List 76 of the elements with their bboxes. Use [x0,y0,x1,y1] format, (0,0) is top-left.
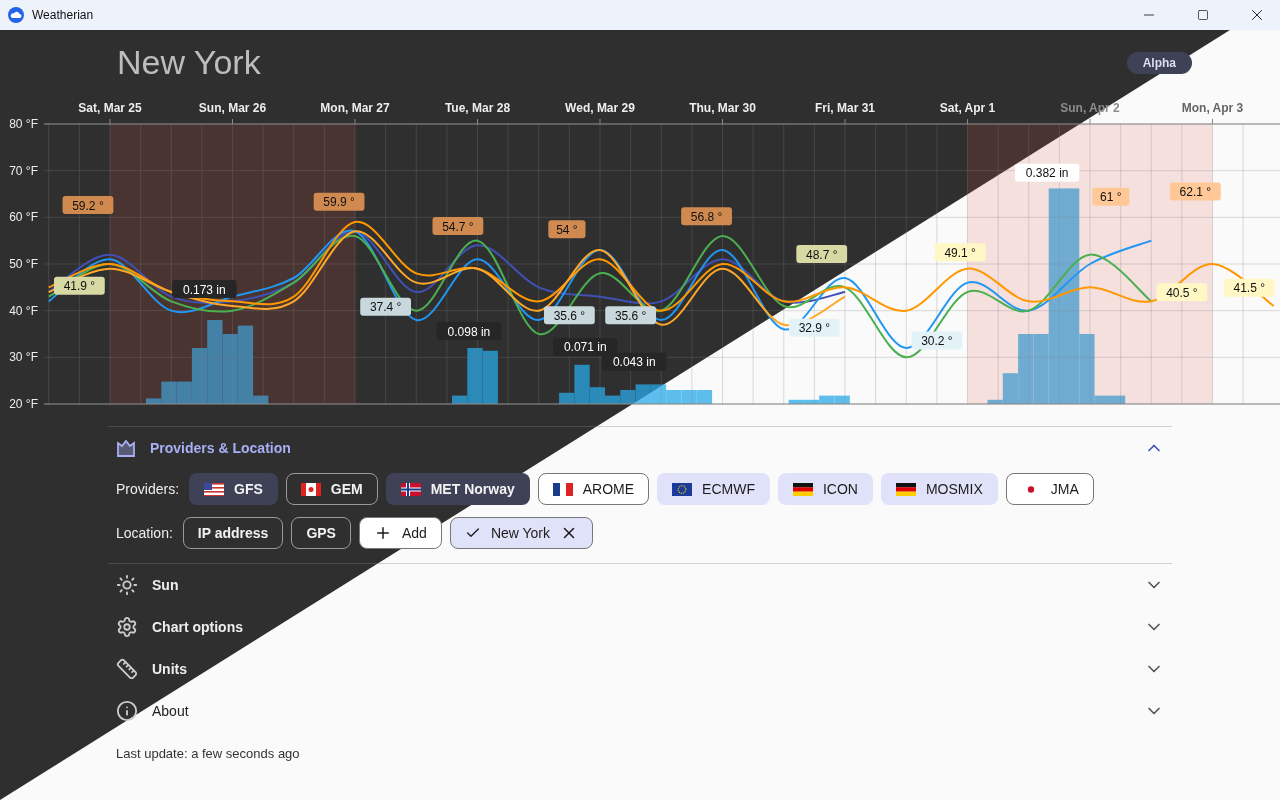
axis-label: 80 °F [9,117,38,131]
value-label: 35.6 ° [544,306,595,325]
providers-label: Providers: [116,481,180,497]
date-label: Mon, Mar 27 [320,101,390,115]
value-label: 0.173 in [172,280,237,299]
last-update-text: Last update: a few seconds ago [116,746,301,761]
provider-chip[interactable]: GEM [285,473,378,505]
axis-label: 70 °F [9,163,38,178]
value-label: 0.098 in [436,322,502,341]
flag-icon [552,482,573,496]
location-chip[interactable]: GPS [291,517,351,549]
section-title[interactable]: About [152,703,189,719]
provider-chip[interactable]: ECMWF [657,473,770,505]
alpha-badge: Alpha [1126,51,1192,74]
flag-icon [204,482,225,496]
precipitation-drawing [452,348,498,404]
location-heading: New York [117,43,261,82]
flag-icon [895,482,916,496]
provider-chip[interactable]: MOSMIX [880,473,998,505]
value-label: 61 ° [1092,187,1130,206]
cloud-logo-icon [8,7,24,23]
flag-icon [672,482,693,496]
flag-icon [792,482,813,496]
value-label: 35.6 ° [605,306,657,325]
sun-icon [116,574,138,596]
value-label: 49.1 ° [934,243,986,262]
provider-chip[interactable]: AROME [537,473,650,505]
date-label: Wed, Mar 29 [565,101,635,115]
date-label: Sat, Apr 1 [939,101,996,115]
date-label: Thu, Mar 30 [689,101,756,115]
ruler-icon [116,658,138,680]
value-label: 37.4 ° [360,297,412,316]
provider-chip[interactable]: ICON [777,473,873,505]
axis-label: 60 °F [9,210,38,225]
axis-label: 50 °F [9,257,38,271]
section-title[interactable]: Providers & Location [150,440,291,456]
maximize-icon[interactable] [1197,9,1209,21]
value-label: 62.1 ° [1169,182,1221,201]
value-label: 54 ° [548,220,586,239]
flag-icon [400,482,421,496]
value-label: 0.043 in [602,352,667,371]
date-label: Tue, Mar 28 [444,101,511,115]
value-label: 40.5 ° [1156,283,1208,302]
section-title[interactable]: Sun [152,577,179,593]
settings-icon [116,616,138,638]
axis-label: 20 °F [9,397,38,410]
value-label: 41.9 ° [54,276,105,295]
value-label: 41.5 ° [1223,278,1275,297]
precipitation-drawing [788,395,850,404]
place-chip[interactable]: New York [449,517,594,549]
value-label: 32.9 ° [789,318,840,337]
value-label: 54.7 ° [432,217,484,236]
value-label: 0.071 in [553,337,618,356]
date-label: Fri, Mar 31 [815,101,875,115]
section-title[interactable]: Units [152,661,187,677]
axis-label: 30 °F [9,350,38,365]
date-label: Sun, Mar 26 [198,101,267,115]
section-title[interactable]: Chart options [152,619,243,635]
axis-label: 40 °F [9,303,38,318]
date-label: Mon, Apr 3 [1181,101,1244,115]
location-label: Location: [116,525,173,541]
flag-icon [300,482,321,496]
value-label: 30.2 ° [911,331,963,350]
provider-chip[interactable]: JMA [1005,473,1094,505]
value-label: 0.382 in [1014,163,1080,182]
info-icon [116,700,138,722]
value-label: 48.7 ° [796,245,848,264]
provider-chip[interactable]: GFS [189,473,278,505]
window-title: Weatherian [32,8,95,22]
value-label: 59.9 ° [313,192,365,211]
provider-chip[interactable]: MET Norway [385,473,530,505]
add-location-button[interactable]: Add [358,517,442,549]
date-label: Sat, Mar 25 [78,101,142,115]
value-label: 56.8 ° [681,207,732,226]
location-chip[interactable]: IP address [182,517,284,549]
value-label: 59.2 ° [62,196,114,215]
